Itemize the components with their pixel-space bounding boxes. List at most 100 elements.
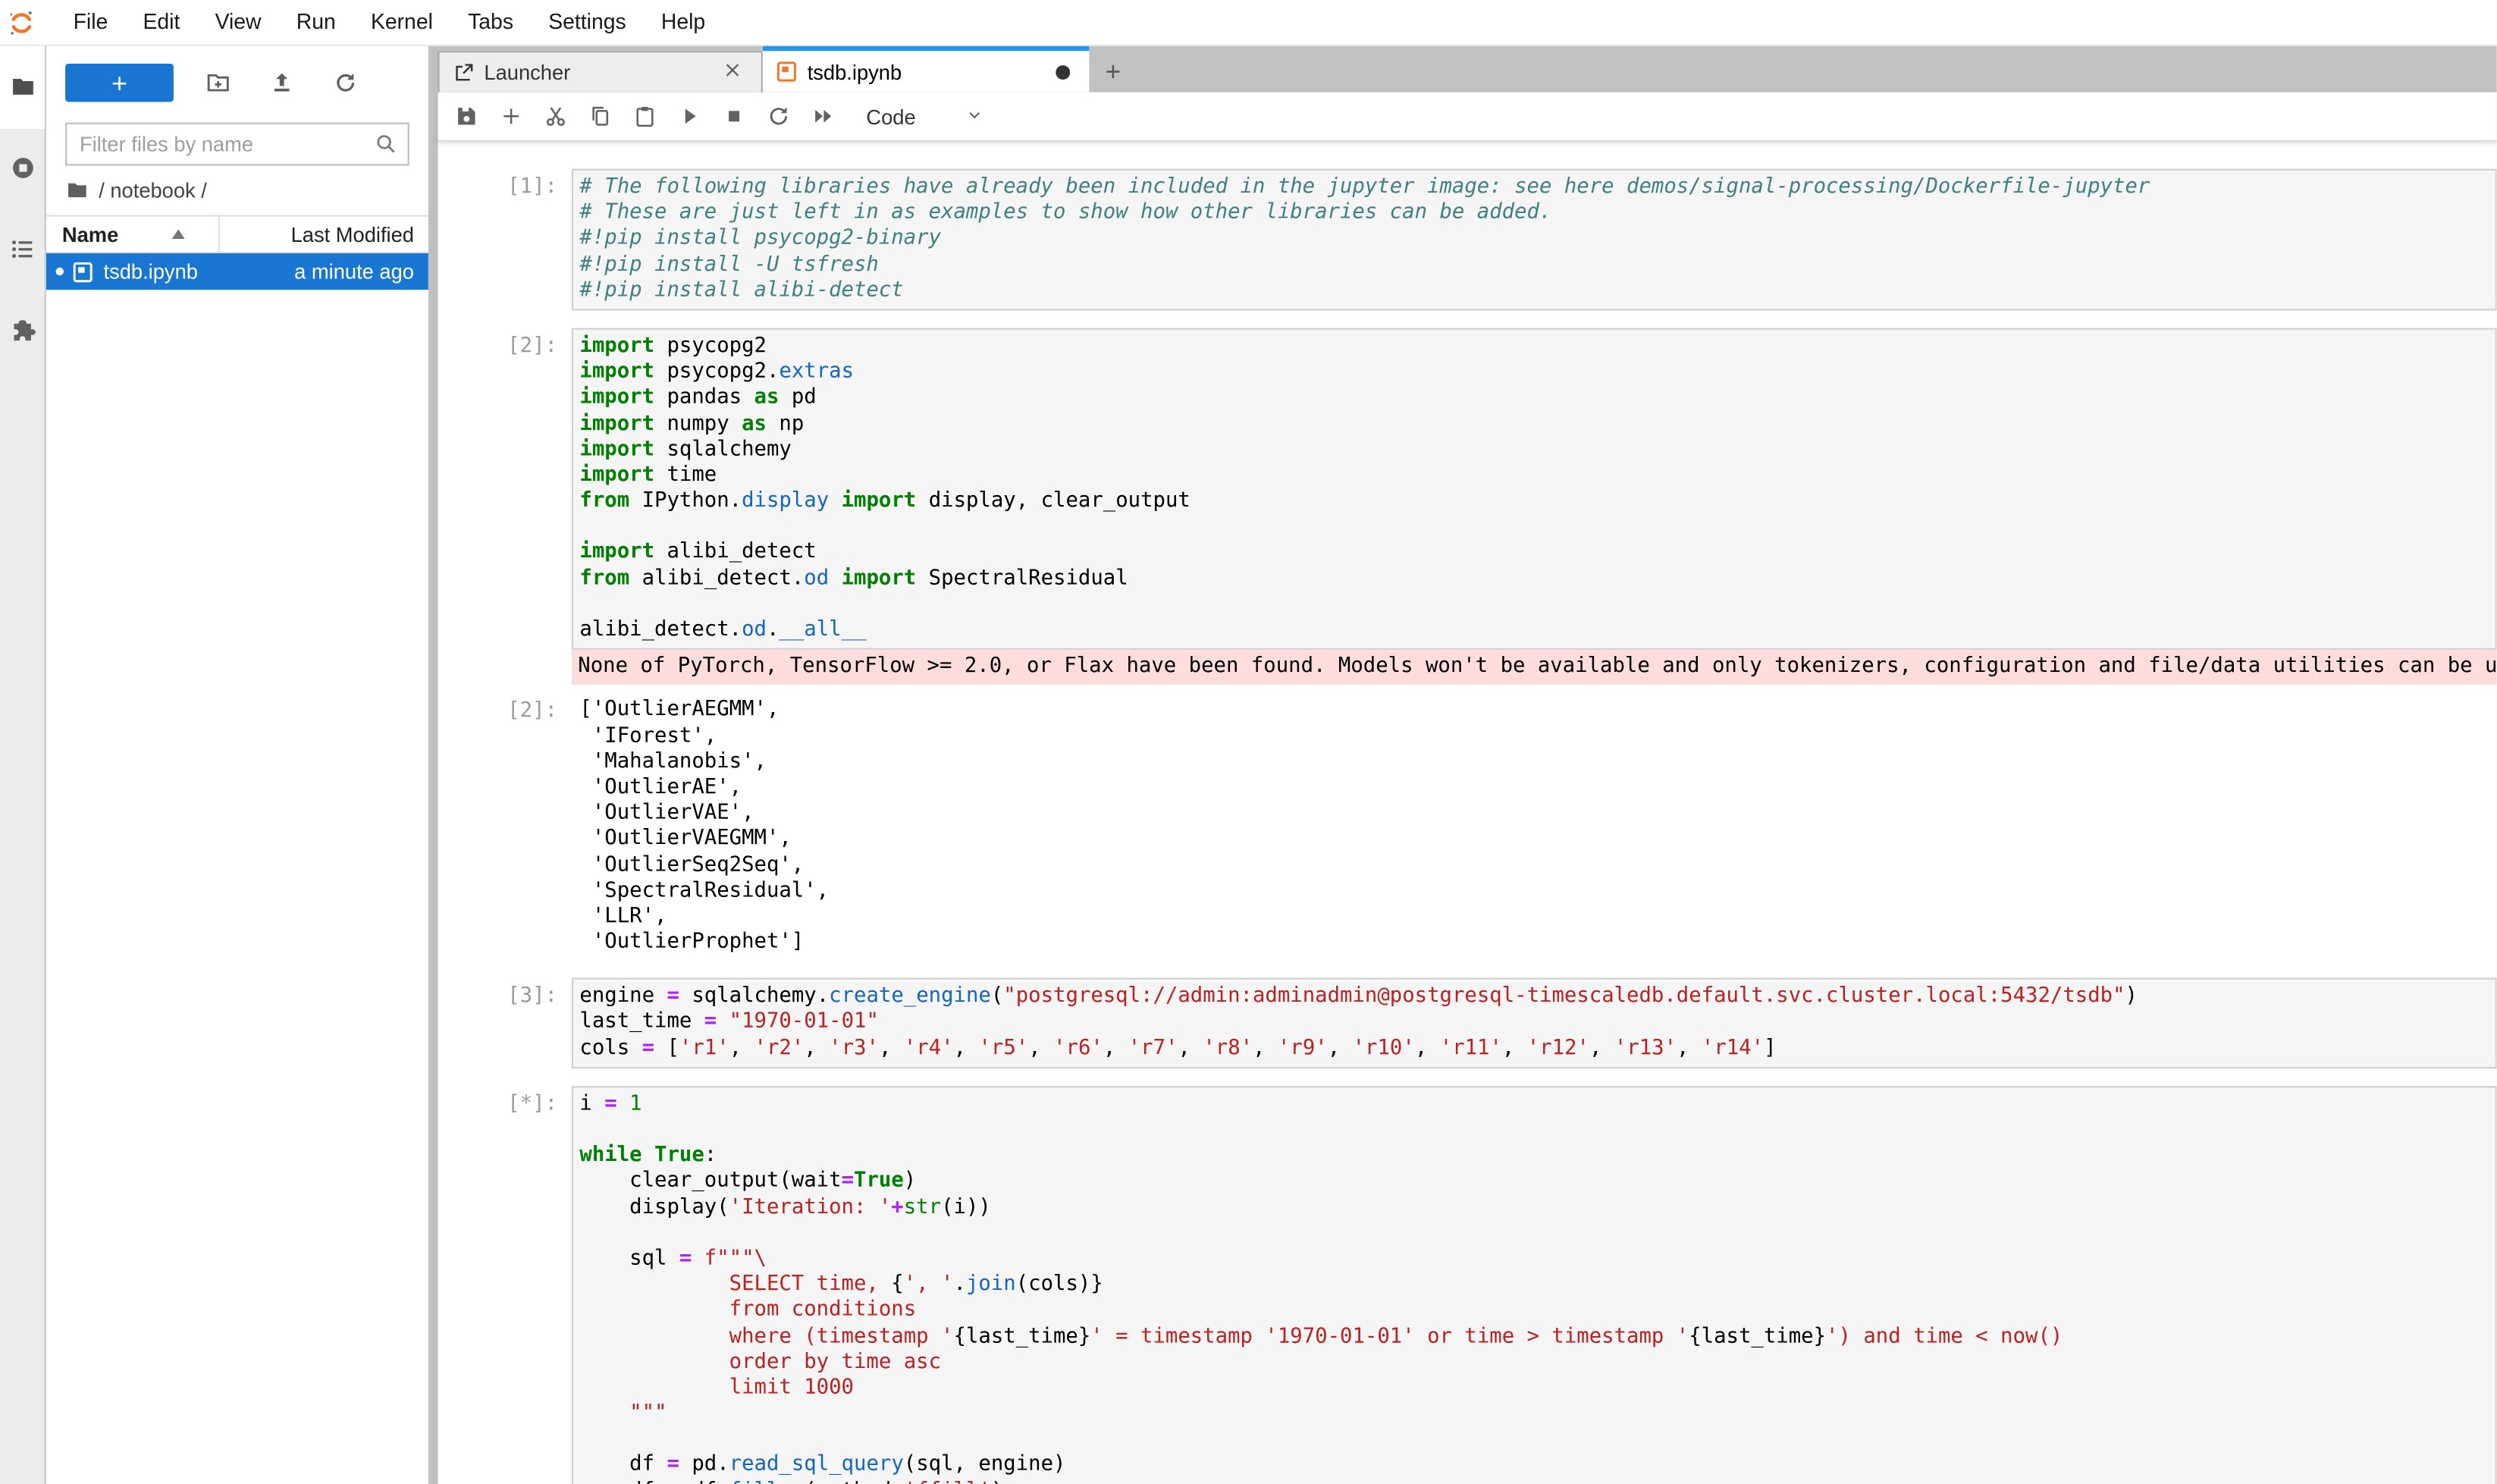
code-cell[interactable]: [3]:engine = sqlalchemy.create_engine("p… (438, 978, 2497, 1068)
code-token-com: #!pip install -U tsfresh (579, 253, 878, 277)
breadcrumb[interactable]: / notebook / (46, 165, 428, 212)
cell-editor[interactable]: # The following libraries have already b… (572, 169, 2497, 311)
file-filter-input[interactable] (77, 130, 375, 158)
cell-editor[interactable]: i = 1 while True: clear_output(wait=True… (572, 1086, 2497, 1484)
code-token-pl: display, clear_output (916, 489, 1190, 513)
main-work-area: Launcher tsdb.ipynb (438, 46, 2497, 1484)
cell-type-dropdown[interactable]: Code (866, 105, 915, 129)
tab-tsdb-notebook[interactable]: tsdb.ipynb (763, 46, 1089, 93)
refresh-file-list-button[interactable] (326, 64, 364, 102)
cell-output-result: ['OutlierAEGMM', 'IForest', 'Mahalanobis… (572, 693, 2497, 961)
menu-item-view[interactable]: View (197, 10, 278, 33)
upload-button[interactable] (262, 64, 300, 102)
code-token-pl: pd. (679, 1453, 729, 1477)
file-modified: a minute ago (294, 259, 428, 284)
code-token-pl: [ (654, 1036, 679, 1060)
code-line: #!pip install -U tsfresh (579, 253, 2489, 278)
menu-item-run[interactable]: Run (279, 10, 353, 33)
launcher-icon (452, 61, 474, 83)
plus-icon (1102, 61, 1124, 83)
cell-type-dropdown-arrow[interactable] (964, 104, 990, 130)
code-token-pl: , (1103, 1036, 1128, 1060)
code-token-str: 'r4' (904, 1036, 954, 1060)
code-token-pl: ] (1764, 1036, 1776, 1060)
cell-input-row: [3]:engine = sqlalchemy.create_engine("p… (438, 978, 2497, 1068)
code-cell[interactable]: [2]:import psycopg2import psycopg2.extra… (438, 328, 2497, 960)
notebook-cell-area[interactable]: [1]:# The following libraries have alrea… (438, 142, 2497, 1484)
code-token-kw: import (842, 489, 917, 513)
code-token-pl: i (579, 1092, 604, 1116)
copy-cells-button[interactable] (578, 96, 623, 137)
insert-cell-button[interactable] (489, 96, 534, 137)
restart-kernel-button[interactable] (756, 96, 801, 137)
sidebar-tab-running-sessions[interactable] (0, 139, 45, 196)
code-line: i = 1 (579, 1092, 2489, 1118)
sidebar-tab-extension-manager[interactable] (0, 301, 45, 359)
code-token-str: 'r14' (1702, 1036, 1764, 1060)
file-row-selected[interactable]: tsdb.ipynb a minute ago (46, 253, 428, 290)
menu-bar: FileEditViewRunKernelTabsSettingsHelp (0, 0, 2497, 46)
output-line: 'SpectralResidual', (579, 879, 2490, 905)
menu-item-settings[interactable]: Settings (531, 10, 644, 33)
interrupt-kernel-button[interactable] (712, 96, 757, 137)
output-line: 'OutlierVAE', (579, 802, 2490, 827)
menu-item-edit[interactable]: Edit (125, 10, 197, 33)
sidebar-tab-table-of-contents[interactable] (0, 220, 45, 278)
code-cell[interactable]: [*]:i = 1 while True: clear_output(wait=… (438, 1086, 2497, 1484)
code-token-pl: clear_output(wait (579, 1169, 841, 1194)
new-folder-button[interactable] (199, 64, 237, 102)
code-line: clear_output(wait=True) (579, 1169, 2489, 1195)
code-token-pl: , (1328, 1036, 1353, 1060)
menu-item-help[interactable]: Help (644, 10, 723, 33)
code-token-pl: , (1415, 1036, 1440, 1060)
code-token-pl: . (954, 1272, 966, 1297)
code-token-pl: cols (579, 1036, 642, 1060)
save-button[interactable] (444, 96, 489, 137)
code-token-pl: ) (2125, 984, 2138, 1009)
new-launcher-button[interactable]: + (65, 64, 174, 102)
code-token-pl: , (1589, 1036, 1614, 1060)
code-token-kw: import (579, 438, 654, 462)
notebook-toolbar: Code (438, 93, 2497, 142)
code-token-kw: import (579, 463, 654, 488)
sidebar-tab-file-browser[interactable] (0, 58, 45, 115)
copy-icon (588, 104, 613, 130)
column-header-name[interactable]: Name (46, 222, 218, 246)
code-line: where (timestamp '{last_time}' = timesta… (579, 1324, 2489, 1350)
close-tab-button[interactable] (723, 60, 748, 86)
menu-item-kernel[interactable]: Kernel (353, 10, 450, 33)
code-token-pl: ( (991, 984, 1003, 1009)
restart-and-run-all-button[interactable] (801, 96, 845, 137)
refresh-icon (333, 70, 359, 96)
code-token-prop: create_engine (829, 984, 991, 1009)
paste-cells-button[interactable] (623, 96, 667, 137)
dirty-indicator-dot (56, 268, 64, 276)
tab-launcher[interactable]: Launcher (438, 51, 763, 93)
new-tab-button[interactable] (1089, 51, 1137, 93)
jupyter-logo-icon (8, 9, 36, 36)
new-folder-icon (205, 70, 231, 96)
code-token-op: = (604, 1092, 616, 1116)
code-token-str: """ (579, 1401, 667, 1426)
code-token-op: = (842, 1169, 854, 1194)
code-line: order by time asc (579, 1350, 2489, 1376)
cut-cells-button[interactable] (533, 96, 578, 137)
code-token-str: 'r13' (1614, 1036, 1677, 1060)
code-token-num: 1 (629, 1092, 642, 1116)
menu-item-file[interactable]: File (56, 10, 126, 33)
code-cell[interactable]: [1]:# The following libraries have alrea… (438, 169, 2497, 311)
close-icon (723, 60, 742, 79)
cell-editor[interactable]: import psycopg2import psycopg2.extrasimp… (572, 328, 2497, 650)
code-token-op: = (891, 1479, 903, 1484)
code-token-pl: IPython. (629, 489, 742, 513)
column-header-last-modified[interactable]: Last Modified (218, 217, 428, 252)
search-icon (374, 132, 398, 156)
cell-output-row: [2]:['OutlierAEGMM', 'IForest', 'Mahalan… (438, 693, 2497, 961)
run-cell-button[interactable] (667, 96, 712, 137)
cell-editor[interactable]: engine = sqlalchemy.create_engine("postg… (572, 978, 2497, 1068)
panel-resize-handle[interactable] (428, 46, 438, 1484)
output-line: 'Mahalanobis', (579, 750, 2490, 776)
menu-item-tabs[interactable]: Tabs (450, 10, 531, 33)
code-line: sql = f"""\ (579, 1247, 2489, 1272)
code-token-pl: { (891, 1272, 903, 1297)
